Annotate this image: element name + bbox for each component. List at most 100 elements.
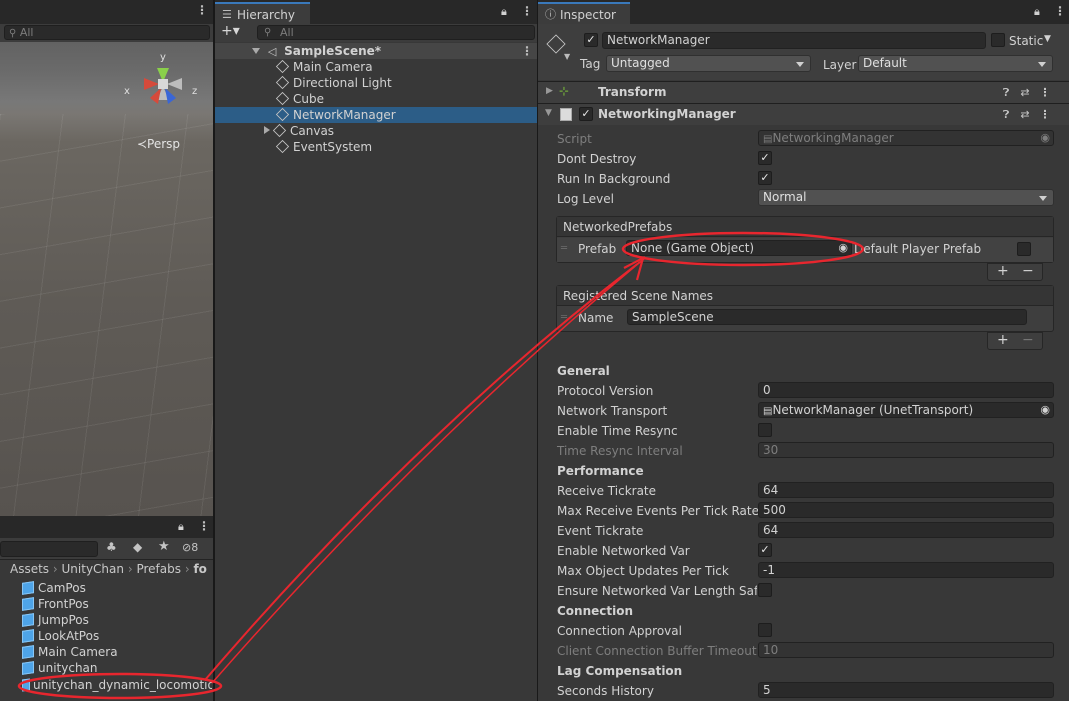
breadcrumb-prefabs[interactable]: Prefabs: [136, 562, 181, 576]
lock-icon[interactable]: 🔒︎: [501, 5, 507, 19]
drag-handle-icon[interactable]: ═: [561, 312, 567, 323]
chevron-right-icon[interactable]: ▶: [546, 86, 553, 96]
transform-component-header[interactable]: ▶ ⊹ Transform ❓︎ ⇄ ⋮: [538, 81, 1069, 103]
breadcrumb: Assets › UnityChan › Prefabs › fo: [10, 562, 207, 576]
protocol-version-field[interactable]: 0: [758, 382, 1054, 398]
enable-networked-var-label: Enable Networked Var: [557, 544, 690, 558]
scene-menu-icon[interactable]: ⋮: [521, 43, 533, 59]
object-name-field[interactable]: NetworkManager: [602, 32, 986, 49]
scene-name-field[interactable]: SampleScene: [627, 309, 1027, 325]
persp-label[interactable]: ≺Persp: [137, 137, 180, 151]
ensure-var-length-checkbox[interactable]: [758, 583, 772, 597]
add-scene-button[interactable]: +: [997, 332, 1009, 348]
hierarchy-item[interactable]: EventSystem: [215, 139, 537, 155]
script-field: ▤NetworkingManager ◉: [758, 130, 1054, 146]
drag-handle-icon[interactable]: ═: [561, 243, 567, 254]
tag-label: Tag: [580, 57, 601, 71]
chevron-down-icon[interactable]: [252, 48, 260, 54]
inspector-tabbar: ⓘ Inspector 🔒︎ ⋮: [538, 0, 1069, 24]
hierarchy-item[interactable]: Directional Light: [215, 75, 537, 91]
asset-item[interactable]: unitychan: [22, 660, 98, 676]
component-enabled-checkbox[interactable]: ✓: [579, 107, 593, 121]
tag-dropdown[interactable]: Untagged: [606, 55, 811, 72]
breadcrumb-current-folder[interactable]: fo: [193, 562, 206, 576]
asset-item[interactable]: FrontPos: [22, 596, 89, 612]
breadcrumb-unitychan[interactable]: UnityChan: [62, 562, 124, 576]
hierarchy-tabbar: ☰ Hierarchy 🔒︎ ⋮: [215, 0, 537, 24]
scene-names-header: Registered Scene Names: [557, 286, 1053, 306]
gizmo-z-label: z: [192, 86, 197, 97]
default-player-prefab-checkbox[interactable]: [1017, 242, 1031, 256]
component-menu-icon[interactable]: ⋮: [1038, 86, 1052, 100]
create-button[interactable]: +▾: [221, 23, 240, 39]
hierarchy-search-input[interactable]: ⚲ All: [257, 25, 535, 40]
component-menu-icon[interactable]: ⋮: [1038, 108, 1052, 122]
networking-manager-component-header[interactable]: ▼ ✓ NetworkingManager ❓︎ ⇄ ⋮: [538, 103, 1069, 125]
scene-search-input[interactable]: ⚲ All: [4, 25, 210, 40]
tab-hierarchy[interactable]: ☰ Hierarchy: [215, 2, 310, 24]
asset-item[interactable]: JumpPos: [22, 612, 89, 628]
scene-name: SampleScene*: [284, 44, 382, 58]
gameobject-icon: [275, 91, 290, 106]
remove-prefab-button[interactable]: −: [1022, 263, 1034, 279]
scene-viewport[interactable]: y x z ≺Persp: [0, 42, 213, 516]
connection-approval-checkbox[interactable]: [758, 623, 772, 637]
favorites-icon[interactable]: ★: [158, 539, 170, 554]
static-label[interactable]: Static: [1009, 33, 1043, 49]
object-picker-icon[interactable]: ◉: [1040, 403, 1050, 417]
lock-icon[interactable]: 🔒︎: [178, 520, 184, 534]
prefab-icon: [22, 613, 34, 627]
chevron-down-icon[interactable]: ▼: [564, 52, 570, 61]
filter-by-label-icon[interactable]: ◆: [133, 540, 142, 554]
asset-item[interactable]: LookAtPos: [22, 628, 99, 644]
static-checkbox[interactable]: [991, 33, 1005, 47]
receive-tickrate-field[interactable]: 64: [758, 482, 1054, 498]
event-tickrate-field[interactable]: 64: [758, 522, 1054, 538]
inspector-menu-icon[interactable]: ⋮: [1054, 4, 1066, 18]
run-in-background-checkbox[interactable]: ✓: [758, 171, 772, 185]
network-transport-label: Network Transport: [557, 404, 668, 418]
enable-time-resync-checkbox[interactable]: [758, 423, 772, 437]
max-receive-events-field[interactable]: 500: [758, 502, 1054, 518]
lock-icon[interactable]: 🔒︎: [1034, 5, 1040, 19]
chevron-down-icon[interactable]: ▼: [545, 108, 552, 118]
breadcrumb-assets[interactable]: Assets: [10, 562, 49, 576]
filter-by-type-icon[interactable]: ♣: [106, 540, 117, 554]
enable-networked-var-checkbox[interactable]: ✓: [758, 543, 772, 557]
help-icon[interactable]: ❓︎: [999, 86, 1013, 100]
seconds-history-field[interactable]: 5: [758, 682, 1054, 698]
asset-item[interactable]: Main Camera: [22, 644, 118, 660]
layer-dropdown[interactable]: Default: [858, 55, 1053, 72]
preset-icon[interactable]: ⇄: [1018, 108, 1032, 122]
static-dropdown-arrow-icon[interactable]: ▼: [1044, 34, 1051, 44]
project-menu-icon[interactable]: ⋮: [198, 519, 210, 533]
scene-menu-icon[interactable]: ⋮: [196, 3, 208, 17]
preset-icon[interactable]: ⇄: [1018, 86, 1032, 100]
dont-destroy-checkbox[interactable]: ✓: [758, 151, 772, 165]
add-prefab-button[interactable]: +: [997, 263, 1009, 279]
help-icon[interactable]: ❓︎: [999, 108, 1013, 122]
hierarchy-item[interactable]: Cube: [215, 91, 537, 107]
receive-tickrate-label: Receive Tickrate: [557, 484, 657, 498]
hierarchy-menu-icon[interactable]: ⋮: [521, 4, 533, 18]
scene-row[interactable]: ◁ SampleScene* ⋮: [215, 43, 537, 59]
remove-scene-button[interactable]: −: [1022, 332, 1034, 348]
asset-item[interactable]: CamPos: [22, 580, 86, 596]
hierarchy-item[interactable]: Canvas: [215, 123, 537, 139]
project-search-input[interactable]: [0, 541, 98, 557]
hidden-packages-toggle[interactable]: ⊘8: [182, 541, 198, 554]
active-checkbox[interactable]: ✓: [584, 33, 598, 47]
max-object-updates-field[interactable]: -1: [758, 562, 1054, 578]
orientation-gizmo-icon[interactable]: y x z: [118, 50, 208, 120]
asset-item-unitychan-dynamic-locomotion[interactable]: unitychan_dynamic_locomotion: [22, 677, 212, 693]
prefab-object-field[interactable]: None (Game Object) ◉: [626, 240, 852, 256]
hierarchy-item[interactable]: Main Camera: [215, 59, 537, 75]
chevron-right-icon[interactable]: [264, 126, 270, 134]
hierarchy-item-selected[interactable]: NetworkManager: [215, 107, 537, 123]
log-level-dropdown[interactable]: Normal: [758, 189, 1054, 206]
hierarchy-panel: ☰ Hierarchy 🔒︎ ⋮ +▾ ⚲ All ◁ SampleScene*…: [215, 0, 537, 701]
object-picker-icon[interactable]: ◉: [838, 241, 848, 255]
tab-inspector[interactable]: ⓘ Inspector: [538, 2, 630, 24]
event-tickrate-label: Event Tickrate: [557, 524, 644, 538]
network-transport-field[interactable]: ▤NetworkManager (UnetTransport) ◉: [758, 402, 1054, 418]
